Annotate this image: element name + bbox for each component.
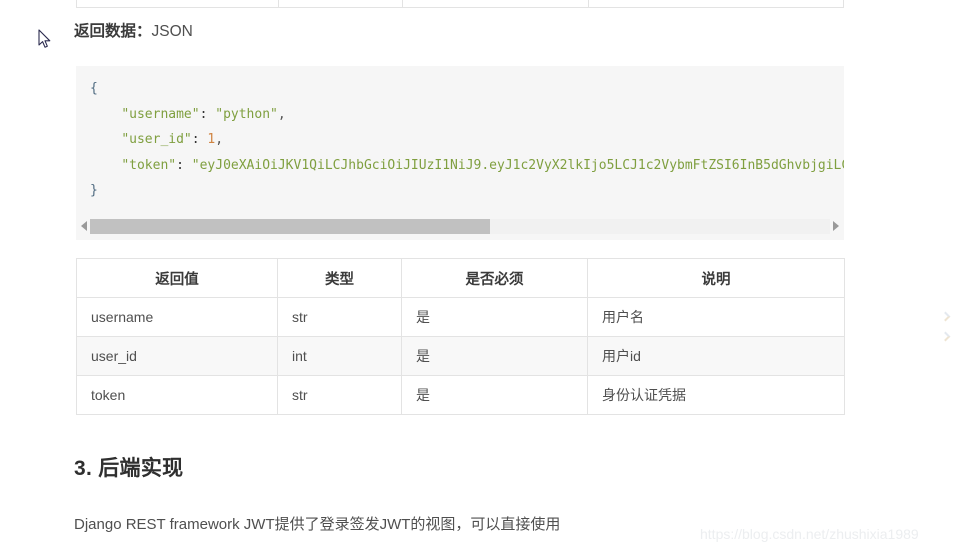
code-line: "token": "eyJ0eXAiOiJKV1QiLCJhbGciOiJIUz… [90, 153, 844, 179]
code-token-key: "user_id" [121, 132, 192, 147]
edge-chevron-icon [942, 333, 950, 344]
column-header-required: 是否必须 [401, 258, 588, 298]
table-row: user_id int 是 用户id [76, 336, 845, 376]
scrollbar-thumb[interactable] [90, 219, 490, 234]
code-token-comma: , [215, 132, 224, 147]
section-heading-backend-implementation: 3. 后端实现 [74, 457, 184, 480]
table-header: 返回值 类型 是否必须 说明 [76, 258, 845, 298]
scroll-left-arrow-icon[interactable] [81, 221, 87, 231]
code-line: { [90, 76, 844, 102]
cell-description: 身份认证凭据 [587, 375, 845, 415]
scroll-right-arrow-icon[interactable] [833, 221, 839, 231]
code-token-punct: } [90, 183, 98, 198]
table-column-divider [588, 0, 589, 7]
cell-required: 是 [401, 336, 588, 376]
return-data-format: JSON [151, 23, 193, 40]
code-token-key: "token" [121, 157, 177, 173]
code-token-string: "python" [215, 106, 278, 122]
edge-chevron-icon [942, 313, 950, 324]
code-token-string: "eyJ0eXAiOiJKV1QiLCJhbGciOiJIUzI1NiJ9.ey… [191, 157, 844, 173]
return-data-label: 返回数据： [74, 23, 152, 40]
table-column-divider [278, 0, 279, 7]
cell-type: str [277, 297, 402, 337]
cell-required: 是 [401, 297, 588, 337]
column-header-return-value: 返回值 [76, 258, 278, 298]
cell-type: int [277, 336, 402, 376]
table-row: token str 是 身份认证凭据 [76, 375, 845, 415]
cell-type: str [277, 375, 402, 415]
section-paragraph: Django REST framework JWT提供了登录签发JWT的视图，可… [74, 516, 561, 533]
return-data-caption: 返回数据：JSON [74, 21, 193, 43]
mouse-cursor-icon [38, 29, 52, 49]
table-body: username str 是 用户名 user_id int 是 用户id to… [76, 297, 845, 415]
table-row: username str 是 用户名 [76, 297, 845, 337]
code-line: "username": "python", [90, 102, 844, 128]
return-values-table: 返回值 类型 是否必须 说明 username str 是 用户名 user_i… [76, 258, 845, 415]
cell-required: 是 [401, 375, 588, 415]
table-header-row: 返回值 类型 是否必须 说明 [76, 258, 845, 298]
code-horizontal-scrollbar[interactable] [76, 214, 844, 240]
cell-description: 用户名 [587, 297, 845, 337]
code-token-punct: { [90, 81, 98, 96]
code-line: "user_id": 1, [90, 127, 844, 153]
json-code-content: { "username": "python", "user_id": 1, "t… [90, 76, 844, 204]
code-token-colon: : [176, 157, 192, 173]
table-column-divider [402, 0, 403, 7]
cell-return-value: token [76, 375, 278, 415]
cell-return-value: user_id [76, 336, 278, 376]
clipped-table-above [76, 0, 844, 8]
code-token-colon: : [199, 106, 216, 122]
cell-return-value: username [76, 297, 278, 337]
json-code-block[interactable]: { "username": "python", "user_id": 1, "t… [76, 66, 844, 214]
cell-description: 用户id [587, 336, 845, 376]
column-header-description: 说明 [587, 258, 845, 298]
code-line: } [90, 178, 844, 204]
code-token-key: "username" [121, 106, 200, 122]
csdn-blog-watermark: https://blog.csdn.net/zhushixia1989 [700, 526, 919, 542]
code-token-comma: , [277, 106, 286, 122]
column-header-type: 类型 [277, 258, 402, 298]
code-token-colon: : [191, 132, 208, 147]
